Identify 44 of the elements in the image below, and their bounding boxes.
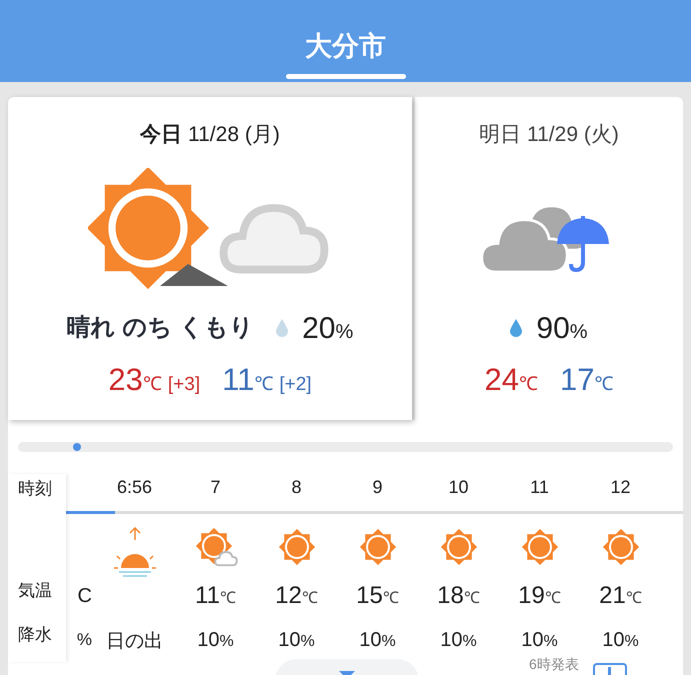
raindrop-icon xyxy=(276,319,288,337)
sun-cloud-icon xyxy=(194,526,238,568)
hour-temp: 12℃ xyxy=(275,581,318,611)
scroll-slider[interactable] xyxy=(18,442,673,452)
day-forecast-card[interactable]: 明日 11/29 (火) 90% 24℃ 17℃ xyxy=(415,97,683,420)
row-label: 時刻 xyxy=(18,478,53,500)
row-label: 気温 xyxy=(18,580,53,602)
rain-unit: % xyxy=(76,629,92,651)
hour-time: 9 xyxy=(372,476,382,499)
weather-text: 晴れ のち くもり xyxy=(66,313,254,343)
low-temp: 17℃ xyxy=(560,360,614,398)
row-label: 降水 xyxy=(18,624,53,646)
hour-time: 8 xyxy=(291,476,302,499)
hour-time: 11 xyxy=(530,476,549,499)
hour-time: 7 xyxy=(210,476,220,499)
hour-time: 12 xyxy=(610,476,631,499)
low-temp: 11℃ [+2] xyxy=(222,360,312,398)
hour-rain: 10% xyxy=(440,628,477,653)
day-date: 今日 11/28 (月) xyxy=(140,122,280,148)
temp-unit: C xyxy=(78,584,92,609)
slider-thumb[interactable] xyxy=(72,443,81,451)
hour-rain: 10% xyxy=(278,628,315,653)
day-date: 明日 11/29 (火) xyxy=(479,122,619,148)
raindrop-icon xyxy=(510,319,522,337)
hour-rain: 10% xyxy=(197,628,234,653)
hour-rain: 10% xyxy=(602,628,639,653)
rain-chance: 20% xyxy=(302,310,354,346)
city-title: 大分市 xyxy=(305,33,386,60)
hour-temp: 21℃ xyxy=(599,581,642,611)
high-temp: 23℃ [+3] xyxy=(108,360,200,398)
issued-time: 6時発表 xyxy=(529,655,579,674)
day-forecast-card[interactable]: 今日 11/28 (月) 晴れ のち くもり 20% 23℃ [+3] 11℃ [+2] xyxy=(8,97,412,420)
hour-time: 10 xyxy=(448,476,469,499)
hour-temp: 15℃ xyxy=(356,581,399,611)
hour-time: 6:56 xyxy=(116,476,152,499)
hour-temp: 19℃ xyxy=(518,581,561,611)
hour-rain: 10% xyxy=(359,628,396,653)
sunrise-label: 日の出 xyxy=(106,630,163,654)
hour-temp: 11℃ xyxy=(195,581,236,611)
bar-icon xyxy=(608,667,612,675)
rain-chance: 90% xyxy=(536,310,588,346)
high-temp: 24℃ xyxy=(484,360,538,398)
hour-temp: 18℃ xyxy=(437,581,480,611)
hour-rain: 10% xyxy=(521,628,558,653)
